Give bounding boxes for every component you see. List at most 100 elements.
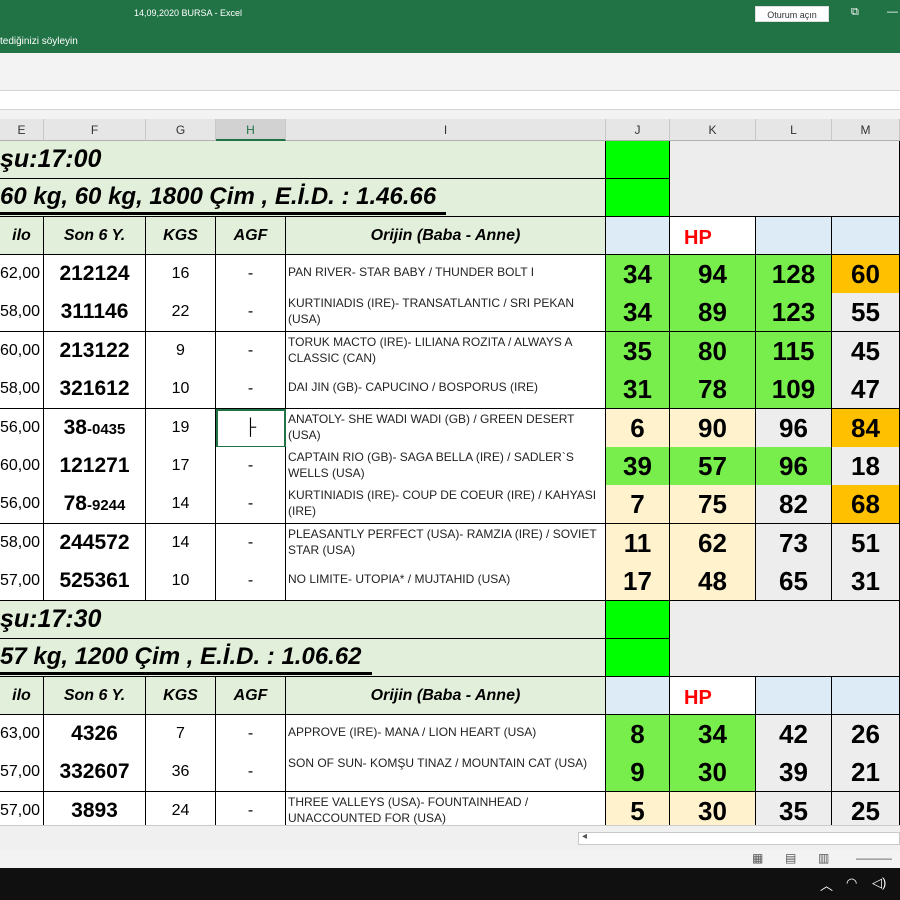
k-value-cell[interactable]: 62: [670, 523, 756, 563]
col-header-f[interactable]: F: [44, 119, 146, 141]
m-value-cell[interactable]: 55: [832, 293, 900, 333]
restore-icon[interactable]: ⧉: [851, 6, 859, 19]
col-header-i[interactable]: I: [286, 119, 606, 141]
col-header-m[interactable]: M: [832, 119, 900, 141]
active-cell[interactable]: ├: [216, 408, 286, 448]
chevron-up-icon[interactable]: ︿: [820, 875, 833, 894]
l-value-cell[interactable]: 96: [756, 408, 832, 448]
origin-cell[interactable]: PLEASANTLY PERFECT (USA)- RAMZIA (IRE) /…: [286, 523, 606, 563]
l-value-cell[interactable]: 73: [756, 523, 832, 563]
m-value-cell[interactable]: 51: [832, 523, 900, 563]
kgs-cell[interactable]: 14: [146, 485, 216, 525]
son6-cell[interactable]: 212124: [44, 255, 146, 294]
agf-cell[interactable]: -: [216, 331, 286, 371]
son6-cell[interactable]: 321612: [44, 370, 146, 410]
son6-cell[interactable]: 3893: [44, 791, 146, 825]
col-header-k[interactable]: K: [670, 119, 756, 141]
col-header-l[interactable]: L: [756, 119, 832, 141]
l-value-cell[interactable]: 42: [756, 715, 832, 754]
kgs-cell[interactable]: 17: [146, 447, 216, 486]
l-value-cell[interactable]: 65: [756, 562, 832, 602]
k-value-cell[interactable]: 34: [670, 715, 756, 754]
k-value-cell[interactable]: 80: [670, 331, 756, 371]
page-layout-icon[interactable]: ▤: [785, 851, 796, 865]
m-value-cell[interactable]: 21: [832, 753, 900, 793]
agf-cell[interactable]: -: [216, 562, 286, 602]
agf-cell[interactable]: -: [216, 447, 286, 486]
origin-cell[interactable]: THREE VALLEYS (USA)- FOUNTAINHEAD / UNAC…: [286, 791, 606, 825]
m-value-cell[interactable]: 45: [832, 331, 900, 371]
kilo-cell[interactable]: 62,00: [0, 255, 44, 294]
j-value-cell[interactable]: 34: [606, 293, 670, 333]
l-value-cell[interactable]: 128: [756, 255, 832, 294]
j-value-cell[interactable]: 11: [606, 523, 670, 563]
col-header-j[interactable]: J: [606, 119, 670, 141]
l-value-cell[interactable]: 39: [756, 753, 832, 793]
kilo-cell[interactable]: 57,00: [0, 562, 44, 602]
agf-cell[interactable]: -: [216, 791, 286, 825]
kilo-cell[interactable]: 57,00: [0, 753, 44, 793]
k-value-cell[interactable]: 90: [670, 408, 756, 448]
kgs-cell[interactable]: 7: [146, 715, 216, 754]
j-value-cell[interactable]: 35: [606, 331, 670, 371]
agf-cell[interactable]: -: [216, 715, 286, 754]
page-break-icon[interactable]: ▥: [818, 851, 829, 865]
m-value-cell[interactable]: 60: [832, 255, 900, 294]
scroll-track[interactable]: [578, 832, 900, 845]
j-value-cell[interactable]: 17: [606, 562, 670, 602]
j-value-cell[interactable]: 5: [606, 791, 670, 825]
kgs-cell[interactable]: 9: [146, 331, 216, 371]
kilo-cell[interactable]: 58,00: [0, 293, 44, 333]
j-value-cell[interactable]: 31: [606, 370, 670, 410]
l-value-cell[interactable]: 109: [756, 370, 832, 410]
spreadsheet-grid[interactable]: şu:17:00 60 kg, 60 kg, 1800 Çim , E.İ.D.…: [0, 141, 900, 825]
kilo-cell[interactable]: 57,00: [0, 791, 44, 825]
kilo-cell[interactable]: 63,00: [0, 715, 44, 754]
k-value-cell[interactable]: 78: [670, 370, 756, 410]
kilo-cell[interactable]: 60,00: [0, 447, 44, 486]
m-value-cell[interactable]: 18: [832, 447, 900, 486]
col-header-g[interactable]: G: [146, 119, 216, 141]
j-value-cell[interactable]: 9: [606, 753, 670, 793]
kgs-cell[interactable]: 22: [146, 293, 216, 333]
son6-cell[interactable]: 213122: [44, 331, 146, 371]
kgs-cell[interactable]: 14: [146, 523, 216, 563]
son6-cell[interactable]: 525361: [44, 562, 146, 602]
m-value-cell[interactable]: 31: [832, 562, 900, 602]
agf-cell[interactable]: -: [216, 255, 286, 294]
origin-cell[interactable]: KURTINIADIS (IRE)- TRANSATLANTIC / SRI P…: [286, 293, 606, 333]
horizontal-scrollbar[interactable]: ◂: [0, 825, 900, 850]
j-value-cell[interactable]: 34: [606, 255, 670, 294]
j-value-cell[interactable]: 6: [606, 408, 670, 448]
kilo-cell[interactable]: 56,00: [0, 408, 44, 448]
kgs-cell[interactable]: 16: [146, 255, 216, 294]
col-header-h[interactable]: H: [216, 119, 286, 141]
kilo-cell[interactable]: 56,00: [0, 485, 44, 525]
m-value-cell[interactable]: 26: [832, 715, 900, 754]
kilo-cell[interactable]: 60,00: [0, 331, 44, 371]
k-value-cell[interactable]: 30: [670, 753, 756, 793]
m-value-cell[interactable]: 84: [832, 408, 900, 448]
minimize-icon[interactable]: —: [887, 6, 898, 18]
origin-cell[interactable]: APPROVE (IRE)- MANA / LION HEART (USA): [286, 715, 606, 754]
wifi-icon[interactable]: ◠: [846, 875, 857, 891]
scroll-left-icon[interactable]: ◂: [582, 831, 587, 842]
tell-me-search[interactable]: tediğinizi söyleyin: [0, 36, 78, 47]
origin-cell[interactable]: PAN RIVER- STAR BABY / THUNDER BOLT I: [286, 255, 606, 294]
l-value-cell[interactable]: 123: [756, 293, 832, 333]
k-value-cell[interactable]: 48: [670, 562, 756, 602]
j-value-cell[interactable]: 7: [606, 485, 670, 525]
j-value-cell[interactable]: 8: [606, 715, 670, 754]
agf-cell[interactable]: -: [216, 293, 286, 333]
origin-cell[interactable]: DAI JIN (GB)- CAPUCINO / BOSPORUS (IRE): [286, 370, 606, 410]
kgs-cell[interactable]: 10: [146, 370, 216, 410]
son6-cell[interactable]: 244572: [44, 523, 146, 563]
m-value-cell[interactable]: 68: [832, 485, 900, 525]
origin-cell[interactable]: ANATOLY- SHE WADI WADI (GB) / GREEN DESE…: [286, 408, 606, 448]
agf-cell[interactable]: -: [216, 753, 286, 793]
son6-cell[interactable]: 4326: [44, 715, 146, 754]
k-value-cell[interactable]: 75: [670, 485, 756, 525]
l-value-cell[interactable]: 35: [756, 791, 832, 825]
agf-cell[interactable]: -: [216, 485, 286, 525]
k-value-cell[interactable]: 94: [670, 255, 756, 294]
